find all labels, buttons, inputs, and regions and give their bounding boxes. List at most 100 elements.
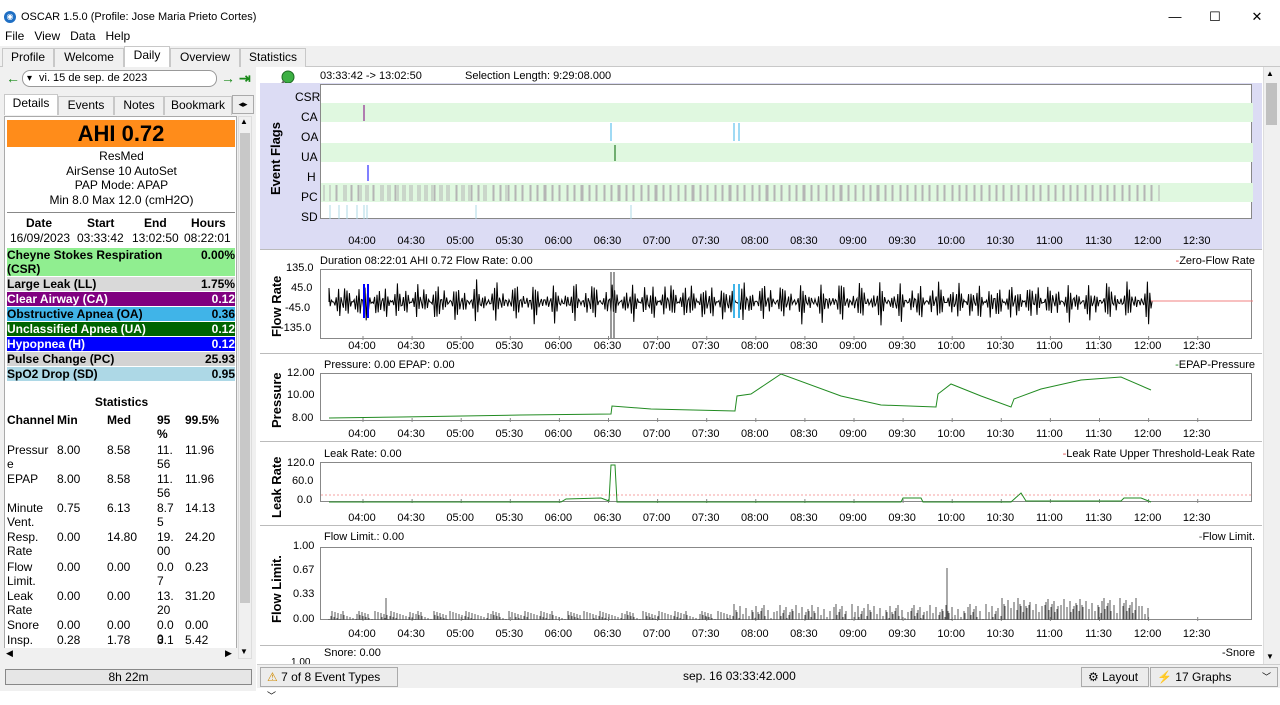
- y-tick: 60.0: [292, 475, 314, 487]
- tab-welcome[interactable]: Welcome: [54, 48, 124, 67]
- tab-daily[interactable]: Daily: [124, 46, 170, 68]
- flow-rate-info: Duration 08:22:01 AHI 0.72 Flow Rate: 0.…: [320, 255, 533, 267]
- tab-overview[interactable]: Overview: [170, 48, 240, 67]
- time-tick: 07:30: [691, 235, 720, 247]
- time-tick: 11:00: [1036, 428, 1063, 440]
- flow-rate-legend: -Zero-Flow Rate: [1175, 255, 1255, 267]
- close-button[interactable]: ✕: [1237, 7, 1277, 27]
- time-tick: 06:30: [593, 340, 622, 352]
- last-day-arrow-icon[interactable]: ⇥: [239, 70, 251, 87]
- event-types-dropdown[interactable]: ⚠ 7 of 8 Event Types ﹀: [260, 667, 398, 701]
- stats-cell: 0.00: [57, 560, 81, 574]
- flow-rate-plot[interactable]: [320, 269, 1253, 340]
- scroll-thumb[interactable]: [1266, 83, 1277, 125]
- snore-legend-text: Snore: [1225, 647, 1255, 659]
- scroll-up-icon[interactable]: ▲: [1266, 69, 1274, 78]
- graph-area: 03:33:42 -> 13:02:50 Selection Length: 9…: [257, 67, 1280, 691]
- time-tick: 09:30: [888, 512, 916, 524]
- stats-cell: 11.56: [157, 443, 173, 471]
- cursor-time: sep. 16 03:33:42.000: [683, 669, 796, 683]
- stats-cell: Insp.: [7, 633, 34, 647]
- date-picker[interactable]: ▾ vi. 15 de sep. de 2023: [22, 70, 217, 87]
- leak-rate-legend: -Leak Rate Upper Threshold-Leak Rate: [1062, 448, 1255, 460]
- time-tick: 07:00: [642, 512, 671, 524]
- time-tick: 11:30: [1085, 340, 1112, 352]
- scroll-left-icon[interactable]: ◀: [6, 648, 13, 659]
- session-date-header: Date: [26, 216, 53, 230]
- leak-rate-plot[interactable]: [320, 462, 1253, 503]
- next-day-arrow-icon[interactable]: →: [221, 70, 235, 86]
- statistics-title: Statistics: [94, 395, 149, 409]
- time-tick: 08:00: [741, 428, 769, 440]
- graphs-dropdown[interactable]: ⚡ 17 Graphs ﹀: [1150, 667, 1278, 687]
- pressure-plot[interactable]: [320, 373, 1252, 422]
- time-tick: 07:30: [691, 340, 720, 352]
- minimize-button[interactable]: —: [1155, 7, 1195, 27]
- time-tick: 12:00: [1133, 235, 1162, 247]
- snore-info: Snore: 0.00: [324, 647, 381, 659]
- stats-cell: 8.75: [157, 501, 174, 529]
- stats-cell: 24.20: [185, 530, 216, 544]
- details-scrollbar[interactable]: ▲ ▼: [238, 116, 252, 659]
- tab-events[interactable]: Events: [58, 96, 114, 115]
- index-row: Pulse Change (PC) 25.93: [7, 352, 235, 366]
- window-title: OSCAR 1.5.0 (Profile: Jose Maria Prieto …: [21, 11, 257, 23]
- stats-cell: 0.23: [185, 560, 209, 574]
- tab-notes[interactable]: Notes: [114, 96, 164, 115]
- details-hscrollbar[interactable]: ◀ ▶: [4, 648, 237, 662]
- tab-scroll-arrows-icon[interactable]: ◂▸: [232, 95, 254, 114]
- stats-cell: 0.00: [185, 618, 209, 632]
- time-tick: 08:00: [741, 235, 769, 247]
- time-tick: 12:30: [1182, 235, 1211, 247]
- flow-limit-plot[interactable]: [320, 547, 1252, 621]
- time-tick: 06:00: [544, 428, 573, 440]
- tab-profile[interactable]: Profile: [2, 48, 54, 67]
- event-flag-label: CA: [301, 110, 318, 124]
- index-row: Clear Airway (CA) 0.12: [7, 292, 235, 306]
- scroll-down-icon[interactable]: ▼: [240, 647, 248, 656]
- leak-rate-info: Leak Rate: 0.00: [324, 448, 402, 460]
- left-tab-bar: Details Events Notes Bookmark ◂▸: [2, 94, 254, 115]
- time-tick: 05:30: [495, 235, 524, 247]
- title-bar: ◉ OSCAR 1.5.0 (Profile: Jose Maria Priet…: [0, 5, 1280, 29]
- time-tick: 12:00: [1133, 428, 1162, 440]
- menu-view[interactable]: View: [34, 29, 60, 43]
- index-value: 25.93: [204, 352, 235, 366]
- leak-line: [329, 464, 1152, 503]
- graphs-scrollbar[interactable]: ▲ ▼: [1263, 67, 1280, 664]
- menu-file[interactable]: File: [5, 29, 24, 43]
- time-tick: 12:00: [1133, 628, 1162, 640]
- stats-cell: 0.00: [107, 560, 131, 574]
- stats-cell: 13.20: [157, 589, 174, 617]
- menu-help[interactable]: Help: [106, 29, 131, 43]
- time-tick: 07:30: [691, 512, 720, 524]
- stats-cell: Flow Limit.: [7, 560, 36, 588]
- event-flag-label: CSR: [295, 90, 321, 104]
- menu-data[interactable]: Data: [70, 29, 95, 43]
- stats-cell: 6.13: [107, 501, 131, 515]
- scroll-right-icon[interactable]: ▶: [225, 648, 232, 659]
- event-flags-plot[interactable]: [320, 84, 1253, 219]
- y-tick: 0.00: [293, 613, 315, 625]
- tab-details[interactable]: Details: [4, 94, 58, 115]
- time-tick: 04:30: [397, 235, 425, 247]
- stats-header: Med: [107, 413, 131, 427]
- tab-statistics[interactable]: Statistics: [240, 48, 306, 67]
- time-tick: 05:30: [495, 428, 524, 440]
- event-flag-label: PC: [301, 190, 318, 204]
- stats-cell: 8.00: [57, 443, 81, 457]
- prev-day-arrow-icon[interactable]: ←: [6, 70, 20, 86]
- scroll-thumb[interactable]: [240, 133, 250, 603]
- scroll-down-icon[interactable]: ▼: [1266, 652, 1274, 661]
- flow-legend-text: Zero-Flow Rate: [1179, 255, 1255, 267]
- scroll-up-icon[interactable]: ▲: [240, 117, 248, 126]
- leak-time-axis: 04:00 04:30 05:00 05:30 06:00 06:30 07:00 07:30…: [320, 512, 1252, 526]
- index-row: SpO2 Drop (SD) 0.95: [7, 367, 235, 381]
- maximize-button[interactable]: ☐: [1195, 7, 1235, 27]
- details-pane: AHI 0.72 ResMed AirSense 10 AutoSet PAP …: [4, 116, 237, 659]
- y-tick: 120.0: [287, 457, 315, 469]
- session-start-header: Start: [87, 216, 115, 230]
- layout-button[interactable]: ⚙ Layout: [1081, 667, 1149, 687]
- time-tick: 09:00: [839, 428, 867, 440]
- tab-bookmarks[interactable]: Bookmark: [164, 96, 232, 115]
